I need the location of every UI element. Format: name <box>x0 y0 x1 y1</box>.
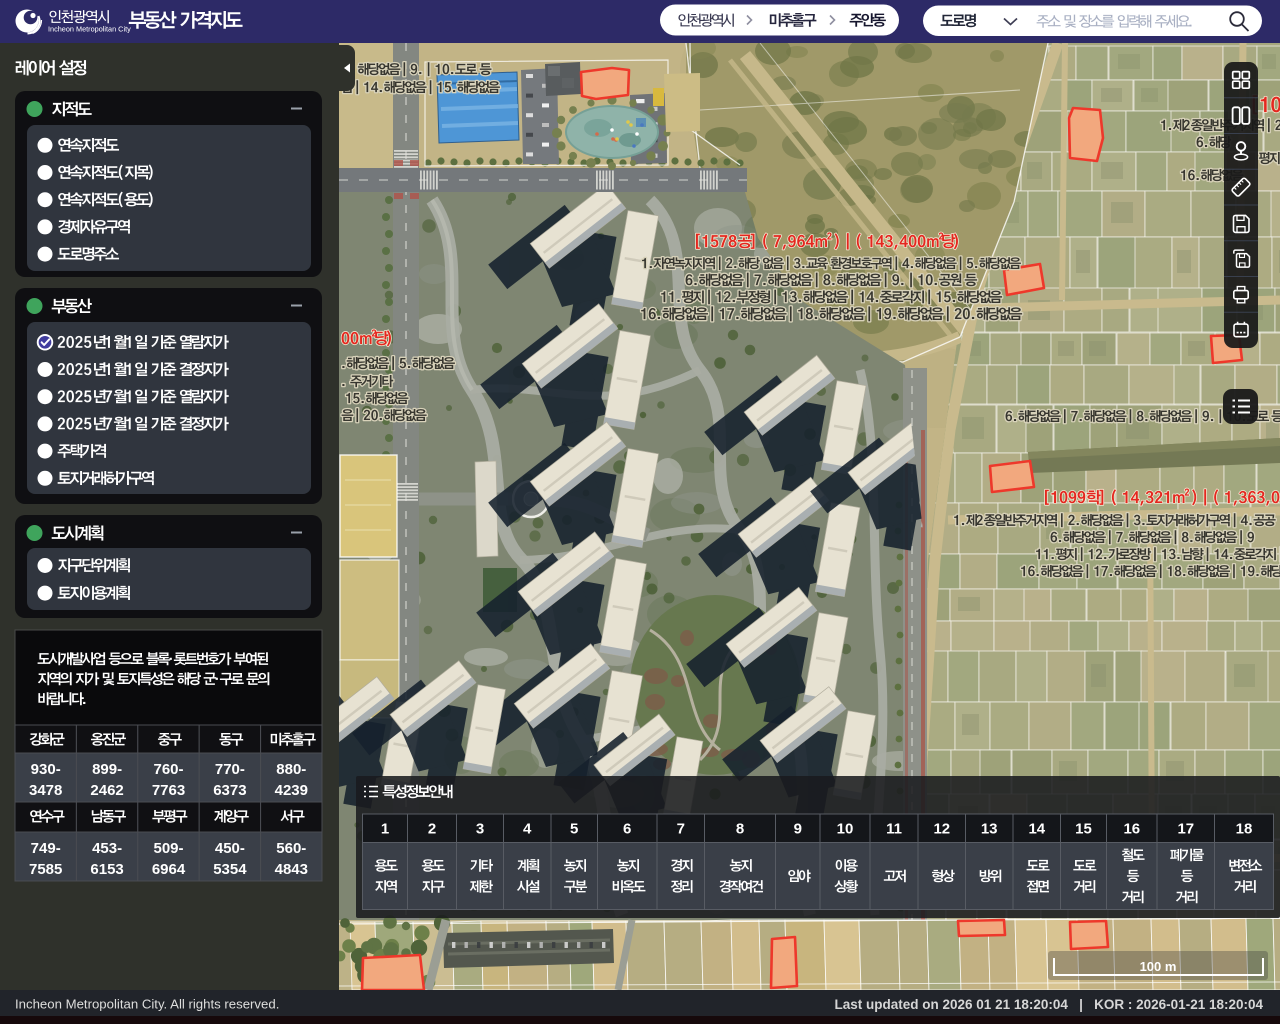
svg-text:3: 3 <box>476 821 484 838</box>
svg-text:930-: 930- <box>31 761 61 778</box>
svg-text:18: 18 <box>1236 821 1253 838</box>
svg-text:899-: 899- <box>92 761 122 778</box>
svg-text:6: 6 <box>623 821 631 838</box>
svg-text:4239: 4239 <box>275 782 308 799</box>
svg-text:749-: 749- <box>31 840 61 857</box>
svg-text:15: 15 <box>1075 821 1092 838</box>
svg-text:880-: 880- <box>276 761 306 778</box>
svg-text:10: 10 <box>837 821 854 838</box>
svg-text:450-: 450- <box>215 840 245 857</box>
svg-text:453-: 453- <box>92 840 122 857</box>
svg-text:13: 13 <box>981 821 998 838</box>
svg-text:760-: 760- <box>153 761 183 778</box>
svg-text:5354: 5354 <box>213 861 247 878</box>
svg-text:6373: 6373 <box>213 782 246 799</box>
svg-text:509-: 509- <box>153 840 183 857</box>
svg-text:560-: 560- <box>276 840 306 857</box>
svg-text:2462: 2462 <box>90 782 123 799</box>
svg-text:2: 2 <box>428 821 436 838</box>
svg-text:6153: 6153 <box>90 861 123 878</box>
svg-text:6964: 6964 <box>152 861 186 878</box>
svg-text:Incheon Metropolitan City: Incheon Metropolitan City <box>48 25 131 34</box>
svg-text:11: 11 <box>886 821 902 838</box>
svg-text:100 m: 100 m <box>1140 959 1177 974</box>
svg-text:8: 8 <box>736 821 744 838</box>
svg-text:12: 12 <box>933 821 950 838</box>
svg-text:Incheon Metropolitan City. All: Incheon Metropolitan City. All rights re… <box>15 997 279 1012</box>
svg-text:7763: 7763 <box>152 782 185 799</box>
svg-text:Last updated on 2026 01 21 18:: Last updated on 2026 01 21 18:20:04 | KO… <box>835 997 1264 1012</box>
svg-text:5: 5 <box>570 821 578 838</box>
svg-text:7585: 7585 <box>29 861 62 878</box>
svg-text:17: 17 <box>1177 821 1194 838</box>
svg-text:4843: 4843 <box>275 861 308 878</box>
svg-text:3478: 3478 <box>29 782 62 799</box>
svg-text:9: 9 <box>794 821 802 838</box>
svg-text:14: 14 <box>1028 821 1045 838</box>
svg-text:1: 1 <box>381 821 389 838</box>
svg-text:4: 4 <box>523 821 532 838</box>
svg-text:770-: 770- <box>215 761 245 778</box>
svg-text:16: 16 <box>1123 821 1140 838</box>
svg-text:7: 7 <box>677 821 685 838</box>
